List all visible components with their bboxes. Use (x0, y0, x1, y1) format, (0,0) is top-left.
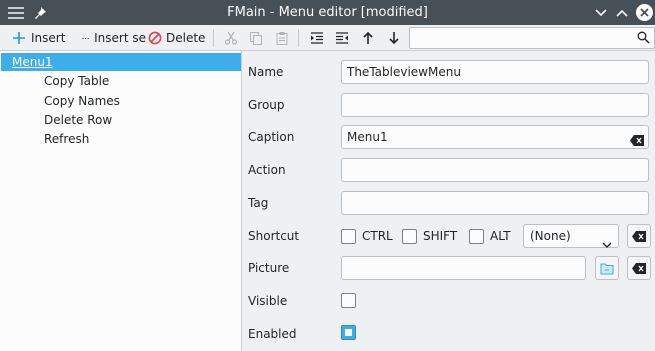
insert-label: Insert (31, 31, 66, 45)
delete-label: Delete (166, 31, 206, 45)
clear-icon[interactable] (630, 131, 644, 153)
visible-checkbox[interactable] (341, 293, 356, 308)
move-up-button[interactable] (358, 29, 378, 47)
copy-icon (250, 32, 262, 45)
tree-item-copy-names[interactable]: Copy Names (44, 92, 120, 110)
browse-picture-button[interactable] (595, 256, 619, 280)
picture-label: Picture (248, 261, 290, 275)
cut-icon (224, 31, 238, 45)
visible-label: Visible (248, 294, 288, 308)
move-down-button[interactable] (384, 29, 404, 47)
tree-item-delete-row[interactable]: Delete Row (44, 111, 112, 129)
chevron-down-icon (602, 233, 612, 255)
alt-checkbox[interactable] (469, 229, 484, 244)
search-box[interactable] (409, 27, 655, 49)
folder-icon (600, 263, 614, 274)
insert-button[interactable]: Insert (12, 28, 70, 48)
name-value: TheTableviewMenu (347, 65, 461, 79)
plus-icon (13, 32, 25, 44)
menu-tree: Menu1 Copy Table Copy Names Delete Row R… (0, 51, 242, 351)
paste-button[interactable] (272, 29, 292, 47)
shift-label: SHIFT (423, 229, 458, 243)
tag-field[interactable] (341, 191, 649, 215)
ctrl-label: CTRL (362, 229, 393, 243)
group-field[interactable] (341, 93, 649, 117)
no-entry-icon (148, 31, 162, 45)
clear-shortcut-button[interactable] (627, 224, 651, 248)
tree-item-copy-table[interactable]: Copy Table (44, 72, 109, 90)
enabled-label: Enabled (248, 327, 297, 341)
caption-label: Caption (248, 130, 295, 144)
delete-button[interactable]: Delete (148, 28, 208, 48)
insert-separator-button[interactable]: Insert se (82, 28, 146, 48)
cut-button[interactable] (221, 29, 241, 47)
toolbar: Insert Insert se Delete (0, 25, 655, 51)
shortcut-label: Shortcut (248, 229, 300, 243)
action-label: Action (248, 163, 286, 177)
close-button[interactable] (635, 3, 654, 22)
unindent-icon (336, 32, 348, 44)
title-bar: FMain - Menu editor [modified] (0, 0, 655, 25)
paste-icon (276, 32, 288, 45)
tree-item-refresh[interactable]: Refresh (44, 130, 89, 148)
indent-icon (311, 32, 323, 44)
arrow-down-icon (389, 32, 399, 45)
copy-button[interactable] (246, 29, 266, 47)
shortcut-key-value: (None) (530, 229, 571, 243)
insert-separator-label: Insert se (94, 31, 146, 45)
ellipsis-icon (82, 37, 89, 40)
tree-root-label: Menu1 (12, 55, 53, 69)
enabled-checkbox[interactable] (341, 325, 356, 340)
search-icon[interactable] (637, 31, 650, 47)
properties-form: Name TheTableviewMenu Group Caption Menu… (243, 51, 655, 351)
clear-icon (632, 230, 646, 242)
shortcut-key-select[interactable]: (None) (523, 224, 619, 248)
toolbar-divider (298, 29, 299, 47)
clear-icon (632, 262, 646, 274)
group-label: Group (248, 98, 285, 112)
toolbar-divider (213, 29, 214, 47)
shift-checkbox[interactable] (402, 229, 417, 244)
caption-field[interactable]: Menu1 (341, 125, 649, 149)
unindent-button[interactable] (332, 29, 352, 47)
tree-item-menu1[interactable]: Menu1 (1, 53, 241, 71)
caption-value: Menu1 (347, 130, 388, 144)
maximize-icon[interactable] (615, 3, 629, 22)
picture-field[interactable] (341, 256, 586, 280)
minimize-icon[interactable] (594, 3, 608, 22)
clear-picture-button[interactable] (627, 256, 651, 280)
ctrl-checkbox[interactable] (341, 229, 356, 244)
name-label: Name (248, 65, 284, 79)
search-input[interactable] (410, 28, 630, 48)
window-title: FMain - Menu editor [modified] (227, 5, 428, 20)
alt-label: ALT (490, 229, 511, 243)
action-field[interactable] (341, 158, 649, 182)
arrow-up-icon (363, 31, 373, 44)
indent-button[interactable] (307, 29, 327, 47)
name-field[interactable]: TheTableviewMenu (341, 60, 649, 84)
tag-label: Tag (248, 196, 269, 210)
close-icon (636, 4, 653, 21)
